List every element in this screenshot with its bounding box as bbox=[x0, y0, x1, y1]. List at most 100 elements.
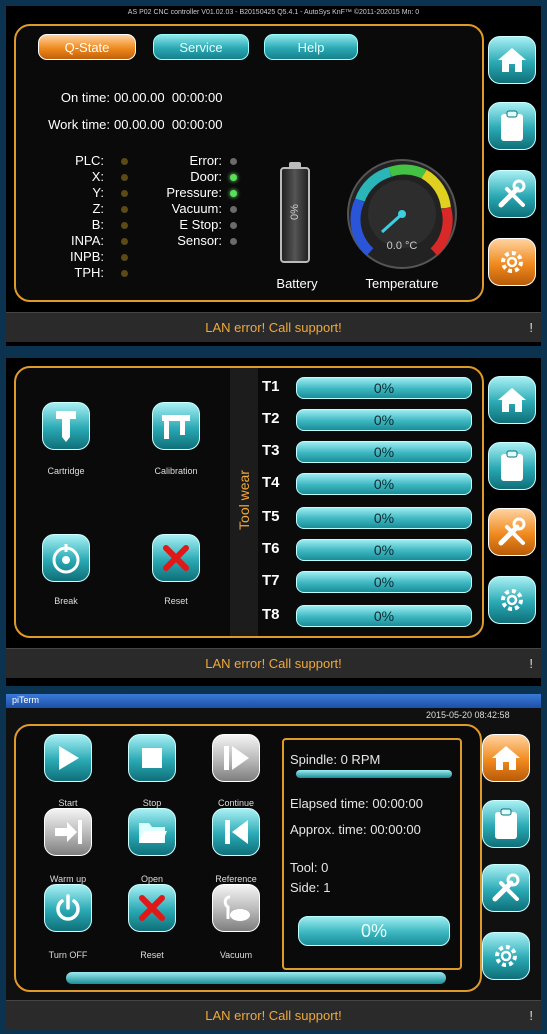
status-alert-mark: ! bbox=[529, 656, 533, 671]
cartridge-button[interactable] bbox=[42, 402, 90, 450]
warm-up-button[interactable] bbox=[44, 808, 92, 856]
vacuum-label: Vacuum bbox=[219, 950, 253, 960]
turn-off-label: Turn OFF bbox=[48, 950, 88, 960]
nav-tools-button[interactable] bbox=[482, 864, 530, 912]
continue-button[interactable] bbox=[212, 734, 260, 782]
nav-tools-button[interactable] bbox=[488, 170, 536, 218]
home-screen: piTerm 2015-05-20 08:42:58 Start Stop Co… bbox=[6, 694, 541, 1030]
reference-button[interactable] bbox=[212, 808, 260, 856]
reset-button[interactable] bbox=[128, 884, 176, 932]
tool-number: Tool: 0 bbox=[290, 860, 329, 875]
start-button[interactable] bbox=[44, 734, 92, 782]
nav-clipboard-button[interactable] bbox=[488, 442, 536, 490]
status-message: LAN error! Call support! bbox=[205, 656, 342, 671]
nav-tools-button[interactable] bbox=[488, 508, 536, 556]
reset-label: Reset bbox=[164, 596, 188, 606]
vacuum-button[interactable] bbox=[212, 884, 260, 932]
reference-label: Reference bbox=[215, 874, 257, 884]
clipboard-icon bbox=[495, 808, 517, 839]
tool-label-t2: T2 bbox=[262, 410, 280, 427]
signal-label-inpa: INPA: bbox=[71, 233, 104, 248]
signal-label-plc: PLC: bbox=[75, 153, 104, 168]
gear-icon bbox=[501, 589, 523, 611]
tool-wear-bar-t1: 0% bbox=[296, 377, 472, 399]
tool-wear-bar-t5: 0% bbox=[296, 507, 472, 529]
signal-label-tph: TPH: bbox=[74, 265, 104, 280]
battery-gauge: 0% bbox=[280, 162, 310, 264]
nav-home-button[interactable] bbox=[482, 734, 530, 782]
status-alert-mark: ! bbox=[529, 320, 533, 335]
temperature-gauge: 0.0 °C bbox=[346, 158, 458, 270]
signal-led-z bbox=[121, 206, 128, 213]
start-label: Start bbox=[58, 798, 78, 808]
signal-label-door: Door: bbox=[190, 169, 222, 184]
job-progress-bar: 0% bbox=[298, 916, 450, 946]
nav-settings-button[interactable] bbox=[488, 238, 536, 286]
clipboard-icon bbox=[501, 110, 523, 141]
tool-wear-bar-t2: 0% bbox=[296, 409, 472, 431]
battery-label: Battery bbox=[276, 276, 318, 291]
reset-button[interactable] bbox=[152, 534, 200, 582]
continue-icon bbox=[224, 746, 249, 770]
vacuum-icon bbox=[223, 895, 250, 921]
signal-label-y: Y: bbox=[92, 185, 104, 200]
cartridge-icon bbox=[56, 411, 76, 442]
tab-help[interactable]: Help bbox=[264, 34, 358, 60]
temperature-value: 0.0 °C bbox=[386, 240, 418, 252]
nav-home-button[interactable] bbox=[488, 376, 536, 424]
reset-icon bbox=[163, 545, 189, 571]
signal-led-vacuum bbox=[230, 206, 237, 213]
signal-label-sensor: Sensor: bbox=[177, 233, 222, 248]
tools-icon bbox=[498, 517, 526, 546]
turn-off-button[interactable] bbox=[44, 884, 92, 932]
approx-time: Approx. time: 00:00:00 bbox=[290, 822, 421, 837]
stop-button[interactable] bbox=[128, 734, 176, 782]
calibration-button[interactable] bbox=[152, 402, 200, 450]
nav-settings-button[interactable] bbox=[488, 576, 536, 624]
signal-led-inpb bbox=[121, 254, 128, 261]
status-bar: LAN error! Call support! ! bbox=[6, 648, 541, 678]
tool-label-t3: T3 bbox=[262, 442, 280, 459]
service-screen: Cartridge Calibration Break Reset Tool w… bbox=[6, 358, 541, 686]
warm-up-label: Warm up bbox=[49, 874, 87, 884]
tab-q-state[interactable]: Q-State bbox=[38, 34, 136, 60]
warm-up-icon bbox=[55, 820, 82, 844]
tool-label-t1: T1 bbox=[262, 378, 280, 395]
nav-home-button[interactable] bbox=[488, 36, 536, 84]
signal-led-y bbox=[121, 190, 128, 197]
status-message: LAN error! Call support! bbox=[205, 320, 342, 335]
open-label: Open bbox=[140, 874, 164, 884]
reset-label: Reset bbox=[140, 950, 164, 960]
break-label: Break bbox=[54, 596, 78, 606]
spindle-speed: Spindle: 0 RPM bbox=[290, 752, 381, 767]
signal-led-pressure bbox=[230, 190, 237, 197]
tool-wear-bar-t3: 0% bbox=[296, 441, 472, 463]
home-icon bbox=[498, 48, 526, 72]
nav-clipboard-button[interactable] bbox=[488, 102, 536, 150]
tool-wear-bar-t4: 0% bbox=[296, 473, 472, 495]
tab-service[interactable]: Service bbox=[153, 34, 249, 60]
tools-icon bbox=[498, 179, 526, 208]
signal-led-door bbox=[230, 174, 237, 181]
signal-led-b bbox=[121, 222, 128, 229]
break-button[interactable] bbox=[42, 534, 90, 582]
tools-icon bbox=[492, 873, 520, 902]
elapsed-time: Elapsed time: 00:00:00 bbox=[290, 796, 423, 811]
status-message: LAN error! Call support! bbox=[205, 1008, 342, 1023]
nav-clipboard-button[interactable] bbox=[482, 800, 530, 848]
calibration-label: Calibration bbox=[154, 466, 198, 476]
status-bar: LAN error! Call support! ! bbox=[6, 312, 541, 342]
signal-led-error bbox=[230, 158, 237, 165]
signal-led-estop bbox=[230, 222, 237, 229]
tool-wear-bar-t6: 0% bbox=[296, 539, 472, 561]
side-number: Side: 1 bbox=[290, 880, 331, 895]
gear-icon bbox=[501, 251, 523, 273]
continue-label: Continue bbox=[217, 798, 255, 808]
open-button[interactable] bbox=[128, 808, 176, 856]
on-time-label: On time: bbox=[60, 90, 110, 105]
home-icon bbox=[492, 746, 520, 770]
signal-led-sensor bbox=[230, 238, 237, 245]
nav-settings-button[interactable] bbox=[482, 932, 530, 980]
signal-led-tph bbox=[121, 270, 128, 277]
signal-label-b: B: bbox=[91, 217, 104, 232]
